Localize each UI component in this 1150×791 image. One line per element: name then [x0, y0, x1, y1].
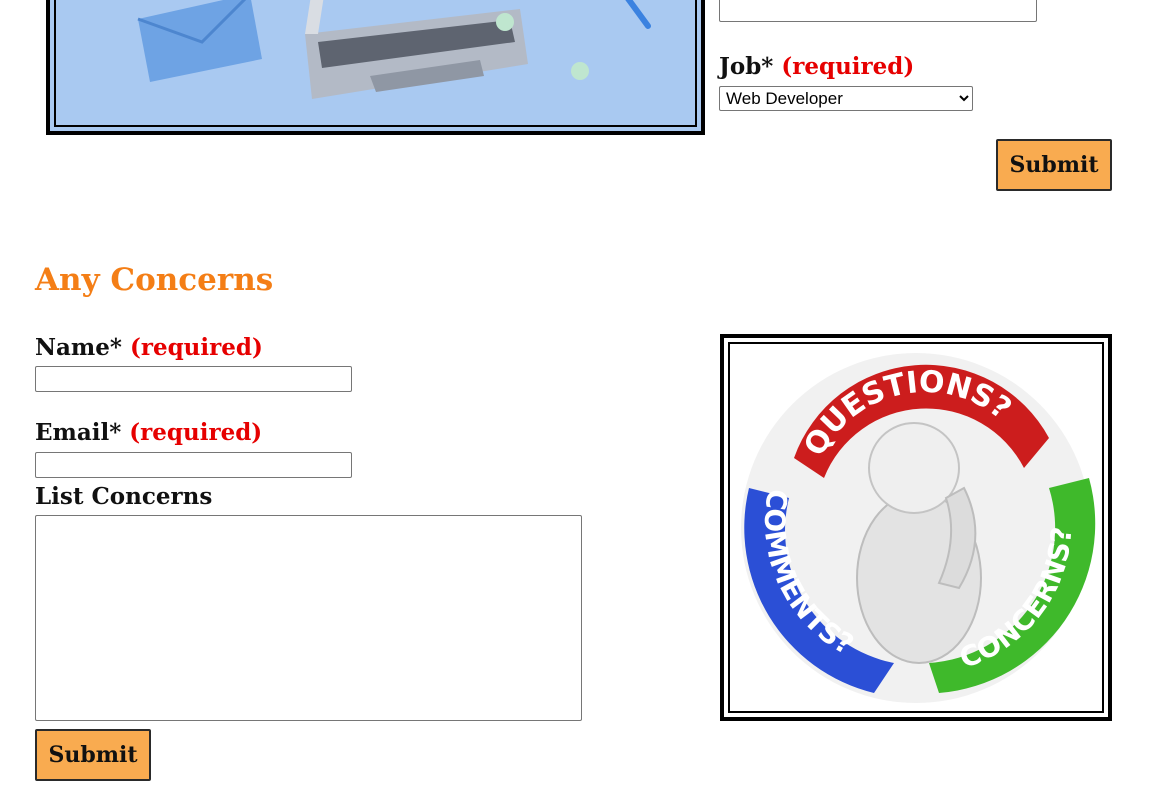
name-required-text: (required) [129, 334, 263, 361]
laptop-illustration [50, 0, 701, 131]
name-input[interactable] [35, 366, 352, 392]
concerns-graphic: QUESTIONS? COMMENTS? CONCERNS? [741, 353, 1096, 703]
section-title: Any Concerns [35, 262, 274, 298]
list-concerns-label: List Concerns [35, 483, 213, 510]
name-label: Name* (required) [35, 336, 263, 359]
job-label: Job* (required) [719, 55, 914, 78]
email-input[interactable] [35, 452, 352, 478]
email-label-text: Email* [35, 419, 122, 446]
name-label-text: Name* [35, 334, 122, 361]
concerns-submit-button[interactable]: Submit [35, 729, 151, 781]
job-select[interactable]: Web Developer [719, 86, 973, 111]
application-submit-button[interactable]: Submit [996, 139, 1112, 191]
concerns-image-frame: QUESTIONS? COMMENTS? CONCERNS? [720, 334, 1112, 721]
job-required-text: (required) [781, 53, 915, 80]
concerns-textarea[interactable] [35, 515, 582, 721]
previous-field-input[interactable] [719, 0, 1037, 22]
job-label-text: Job* [719, 53, 774, 80]
email-label: Email* (required) [35, 421, 262, 444]
email-required-text: (required) [129, 419, 263, 446]
laptop-illustration-frame [46, 0, 705, 135]
